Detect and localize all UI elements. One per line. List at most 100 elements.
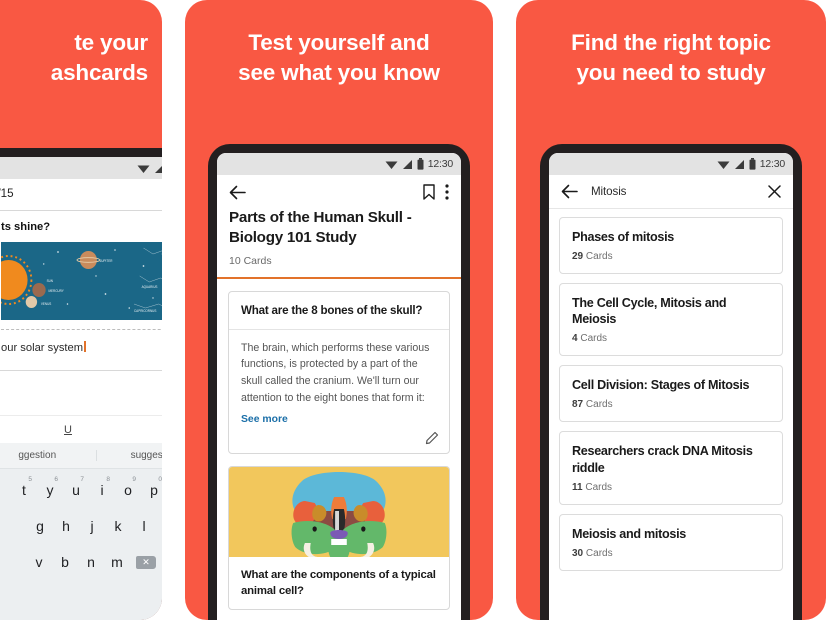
- key-label: t: [22, 482, 26, 498]
- search-result-item[interactable]: Phases of mitosis 29 Cards: [559, 217, 783, 275]
- result-card-count: 30 Cards: [572, 548, 770, 559]
- result-count-number: 30: [572, 547, 584, 559]
- result-title: Phases of mitosis: [572, 230, 674, 244]
- back-arrow-icon[interactable]: [561, 184, 578, 199]
- close-icon[interactable]: [768, 185, 781, 198]
- panel-left-headline: te your ashcards: [50, 30, 148, 85]
- key-num: 8: [106, 476, 110, 483]
- key-num: 5: [28, 476, 32, 483]
- key-num: 7: [80, 476, 84, 483]
- bookmark-icon[interactable]: [423, 184, 435, 200]
- search-result-item[interactable]: The Cell Cycle, Mitosis and Meiosis 4 Ca…: [559, 283, 783, 357]
- result-title: Cell Division: Stages of Mitosis: [572, 378, 750, 393]
- status-bar-right: 12:30: [549, 153, 793, 175]
- flashcard-answer[interactable]: our solar system: [0, 330, 162, 370]
- key-i[interactable]: 8i: [90, 475, 114, 505]
- backspace-key[interactable]: ✕: [131, 547, 161, 577]
- signal-icon: [402, 159, 412, 169]
- underline-button[interactable]: U: [0, 424, 157, 436]
- svg-text:SUN: SUN: [47, 279, 53, 283]
- see-more-link[interactable]: See more: [229, 412, 449, 429]
- left-appbar: 2/15 Done: [0, 179, 162, 206]
- key-v[interactable]: v: [27, 547, 51, 577]
- suggestion-1[interactable]: suggestion: [95, 450, 162, 461]
- result-count-number: 87: [572, 399, 584, 411]
- key-p[interactable]: 0p: [142, 475, 162, 505]
- panel-middle-headline-line2: see what you know: [238, 59, 440, 85]
- panel-right-headline-line1: Find the right topic: [571, 30, 771, 55]
- card-list: What are the 8 bones of the skull? The b…: [217, 279, 461, 611]
- key-g[interactable]: g: [28, 511, 52, 541]
- key-o[interactable]: 9o: [116, 475, 140, 505]
- key-b[interactable]: b: [53, 547, 77, 577]
- key-y[interactable]: 6y: [38, 475, 62, 505]
- search-input[interactable]: Mitosis: [591, 185, 755, 198]
- suggestion-0[interactable]: ggestion: [0, 450, 96, 461]
- study-set-title: Parts of the Human Skull - Biology 101 S…: [229, 209, 412, 246]
- back-arrow-icon[interactable]: [229, 185, 246, 200]
- flashcard-editor[interactable]: ts shine? SUN MERCURY VENUS JUPITER AQUA…: [0, 210, 162, 371]
- key-h[interactable]: h: [54, 511, 78, 541]
- key-l[interactable]: l: [132, 511, 156, 541]
- result-title: The Cell Cycle, Mitosis and Meiosis: [572, 296, 727, 327]
- flashcard-answer: The brain, which performs these various …: [241, 341, 430, 404]
- card-edit-row: [229, 429, 449, 453]
- card-counter: 2/15: [0, 187, 14, 200]
- result-card-count: 87 Cards: [572, 399, 770, 410]
- key-k[interactable]: k: [106, 511, 130, 541]
- backspace-glyph: ✕: [142, 556, 150, 567]
- phone-mockup-middle: 12:30 Parts of the Human Skull - Biology…: [208, 144, 470, 620]
- key-t[interactable]: 5t: [12, 475, 36, 505]
- keyboard-row-3: v b n m ✕: [0, 541, 162, 577]
- search-result-item[interactable]: Meiosis and mitosis 30 Cards: [559, 513, 783, 571]
- phone-screen-right: 12:30 Mitosis Phases of mitosis 29 Cards: [549, 153, 793, 620]
- search-result-item[interactable]: Researchers crack DNA Mitosis riddle 11 …: [559, 431, 783, 505]
- study-set-card-count: 10 Cards: [229, 254, 272, 267]
- flashcard-answer-text: our solar system: [1, 342, 84, 354]
- signal-icon: [734, 159, 744, 169]
- text-caret: [84, 341, 86, 352]
- status-time-middle: 12:30: [427, 158, 453, 170]
- screenshot-stage: te your ashcards 12:30 2/15 Done: [0, 0, 826, 620]
- key-u[interactable]: 7u: [64, 475, 88, 505]
- key-j[interactable]: j: [80, 511, 104, 541]
- svg-text:CAPRICORNUS: CAPRICORNUS: [134, 309, 156, 313]
- keyboard-row-1: 5t 6y 7u 8i 9o 0p: [0, 469, 162, 505]
- key-n[interactable]: n: [79, 547, 103, 577]
- flashcard-qa[interactable]: What are the 8 bones of the skull? The b…: [228, 290, 450, 455]
- solar-system-illustration: SUN MERCURY VENUS JUPITER AQUARIUS CAPRI…: [1, 242, 162, 320]
- result-count-unit: Cards: [580, 333, 608, 345]
- key-num: 0: [158, 476, 162, 483]
- flashcard-with-image[interactable]: What are the components of a typical ani…: [228, 466, 450, 611]
- battery-icon: [749, 158, 756, 170]
- promo-panel-left: te your ashcards 12:30 2/15 Done: [0, 0, 162, 620]
- kebab-menu-icon[interactable]: [445, 184, 449, 200]
- flashcard-question[interactable]: ts shine?: [0, 211, 162, 242]
- status-bar-middle: 12:30: [217, 153, 461, 175]
- result-count-unit: Cards: [585, 399, 613, 411]
- result-card-count: 11 Cards: [572, 482, 770, 493]
- promo-panel-middle: Test yourself and see what you know 12:3…: [185, 0, 493, 620]
- left-card-wrapper: ts shine? SUN MERCURY VENUS JUPITER AQUA…: [0, 206, 162, 371]
- result-count-number: 4: [572, 333, 578, 345]
- pencil-icon[interactable]: [425, 431, 439, 445]
- key-m[interactable]: m: [105, 547, 129, 577]
- result-count-unit: Cards: [585, 251, 613, 263]
- wifi-icon: [137, 165, 150, 173]
- panel-right-headline-line2: you need to study: [576, 59, 766, 85]
- battery-icon: [417, 158, 424, 170]
- bulleted-list-icon[interactable]: [157, 421, 162, 439]
- signal-icon: [154, 165, 162, 173]
- wifi-icon: [717, 161, 730, 169]
- search-result-item[interactable]: Cell Division: Stages of Mitosis 87 Card…: [559, 365, 783, 423]
- result-title: Meiosis and mitosis: [572, 526, 686, 541]
- on-screen-keyboard[interactable]: ggestion suggestion 5t 6y 7u 8i 9o 0p g …: [0, 443, 162, 620]
- colored-human-skull-anatomy: [229, 467, 449, 558]
- keyboard-suggestions: ggestion suggestion: [0, 443, 162, 469]
- panel-middle-headline: Test yourself and see what you know: [185, 28, 493, 87]
- svg-text:JUPITER: JUPITER: [100, 259, 113, 263]
- svg-text:AQUARIUS: AQUARIUS: [142, 285, 158, 289]
- result-card-count: 29 Cards: [572, 251, 770, 262]
- middle-appbar: [217, 175, 461, 204]
- search-results-list: Phases of mitosis 29 Cards The Cell Cycl…: [549, 209, 793, 571]
